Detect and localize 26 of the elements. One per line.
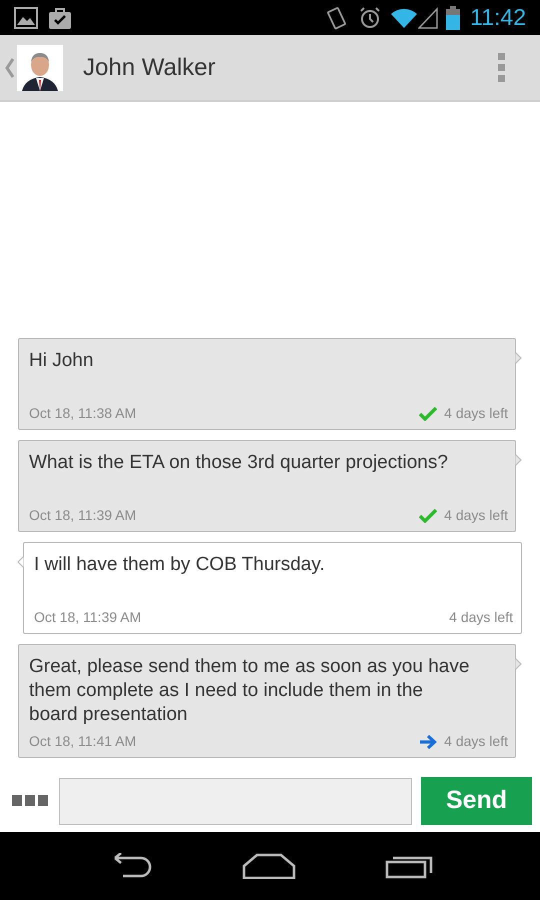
signal-icon: [418, 6, 438, 28]
message-text: What is the ETA on those 3rd quarter projections?: [29, 451, 449, 475]
expiry-label: 4 days left: [444, 404, 508, 423]
message-timestamp: Oct 18, 11:39 AM: [34, 608, 142, 627]
message-input-field[interactable]: [59, 778, 412, 824]
image-icon: [14, 6, 38, 28]
battery-icon: [446, 6, 460, 30]
chevron-left-icon: [5, 58, 14, 78]
vibrate-icon: [326, 6, 348, 30]
wifi-icon: [390, 6, 418, 28]
message-timestamp: Oct 18, 11:39 AM: [29, 506, 136, 525]
home-icon[interactable]: [242, 853, 296, 879]
message-text: I will have them by COB Thursday.: [34, 553, 326, 577]
message-timestamp: Oct 18, 11:41 AM: [29, 732, 136, 751]
alarm-icon: [358, 6, 382, 30]
clock-time: 11:42: [470, 3, 526, 32]
message-text: Hi John: [29, 349, 94, 373]
briefcase-check-icon: [48, 6, 72, 30]
expiry-label: 4 days left: [449, 608, 513, 627]
more-options-icon: [12, 795, 48, 807]
expiry-label: 4 days left: [444, 732, 508, 751]
contact-name: John Walker: [83, 52, 216, 82]
expiry-label: 4 days left: [444, 506, 508, 525]
message-timestamp: Oct 18, 11:38 AM: [29, 404, 136, 423]
message-text: Great, please send them to me as soon as you have them complete as I need to include them in the board presentation: [29, 655, 470, 727]
send-button[interactable]: Send: [421, 777, 532, 825]
